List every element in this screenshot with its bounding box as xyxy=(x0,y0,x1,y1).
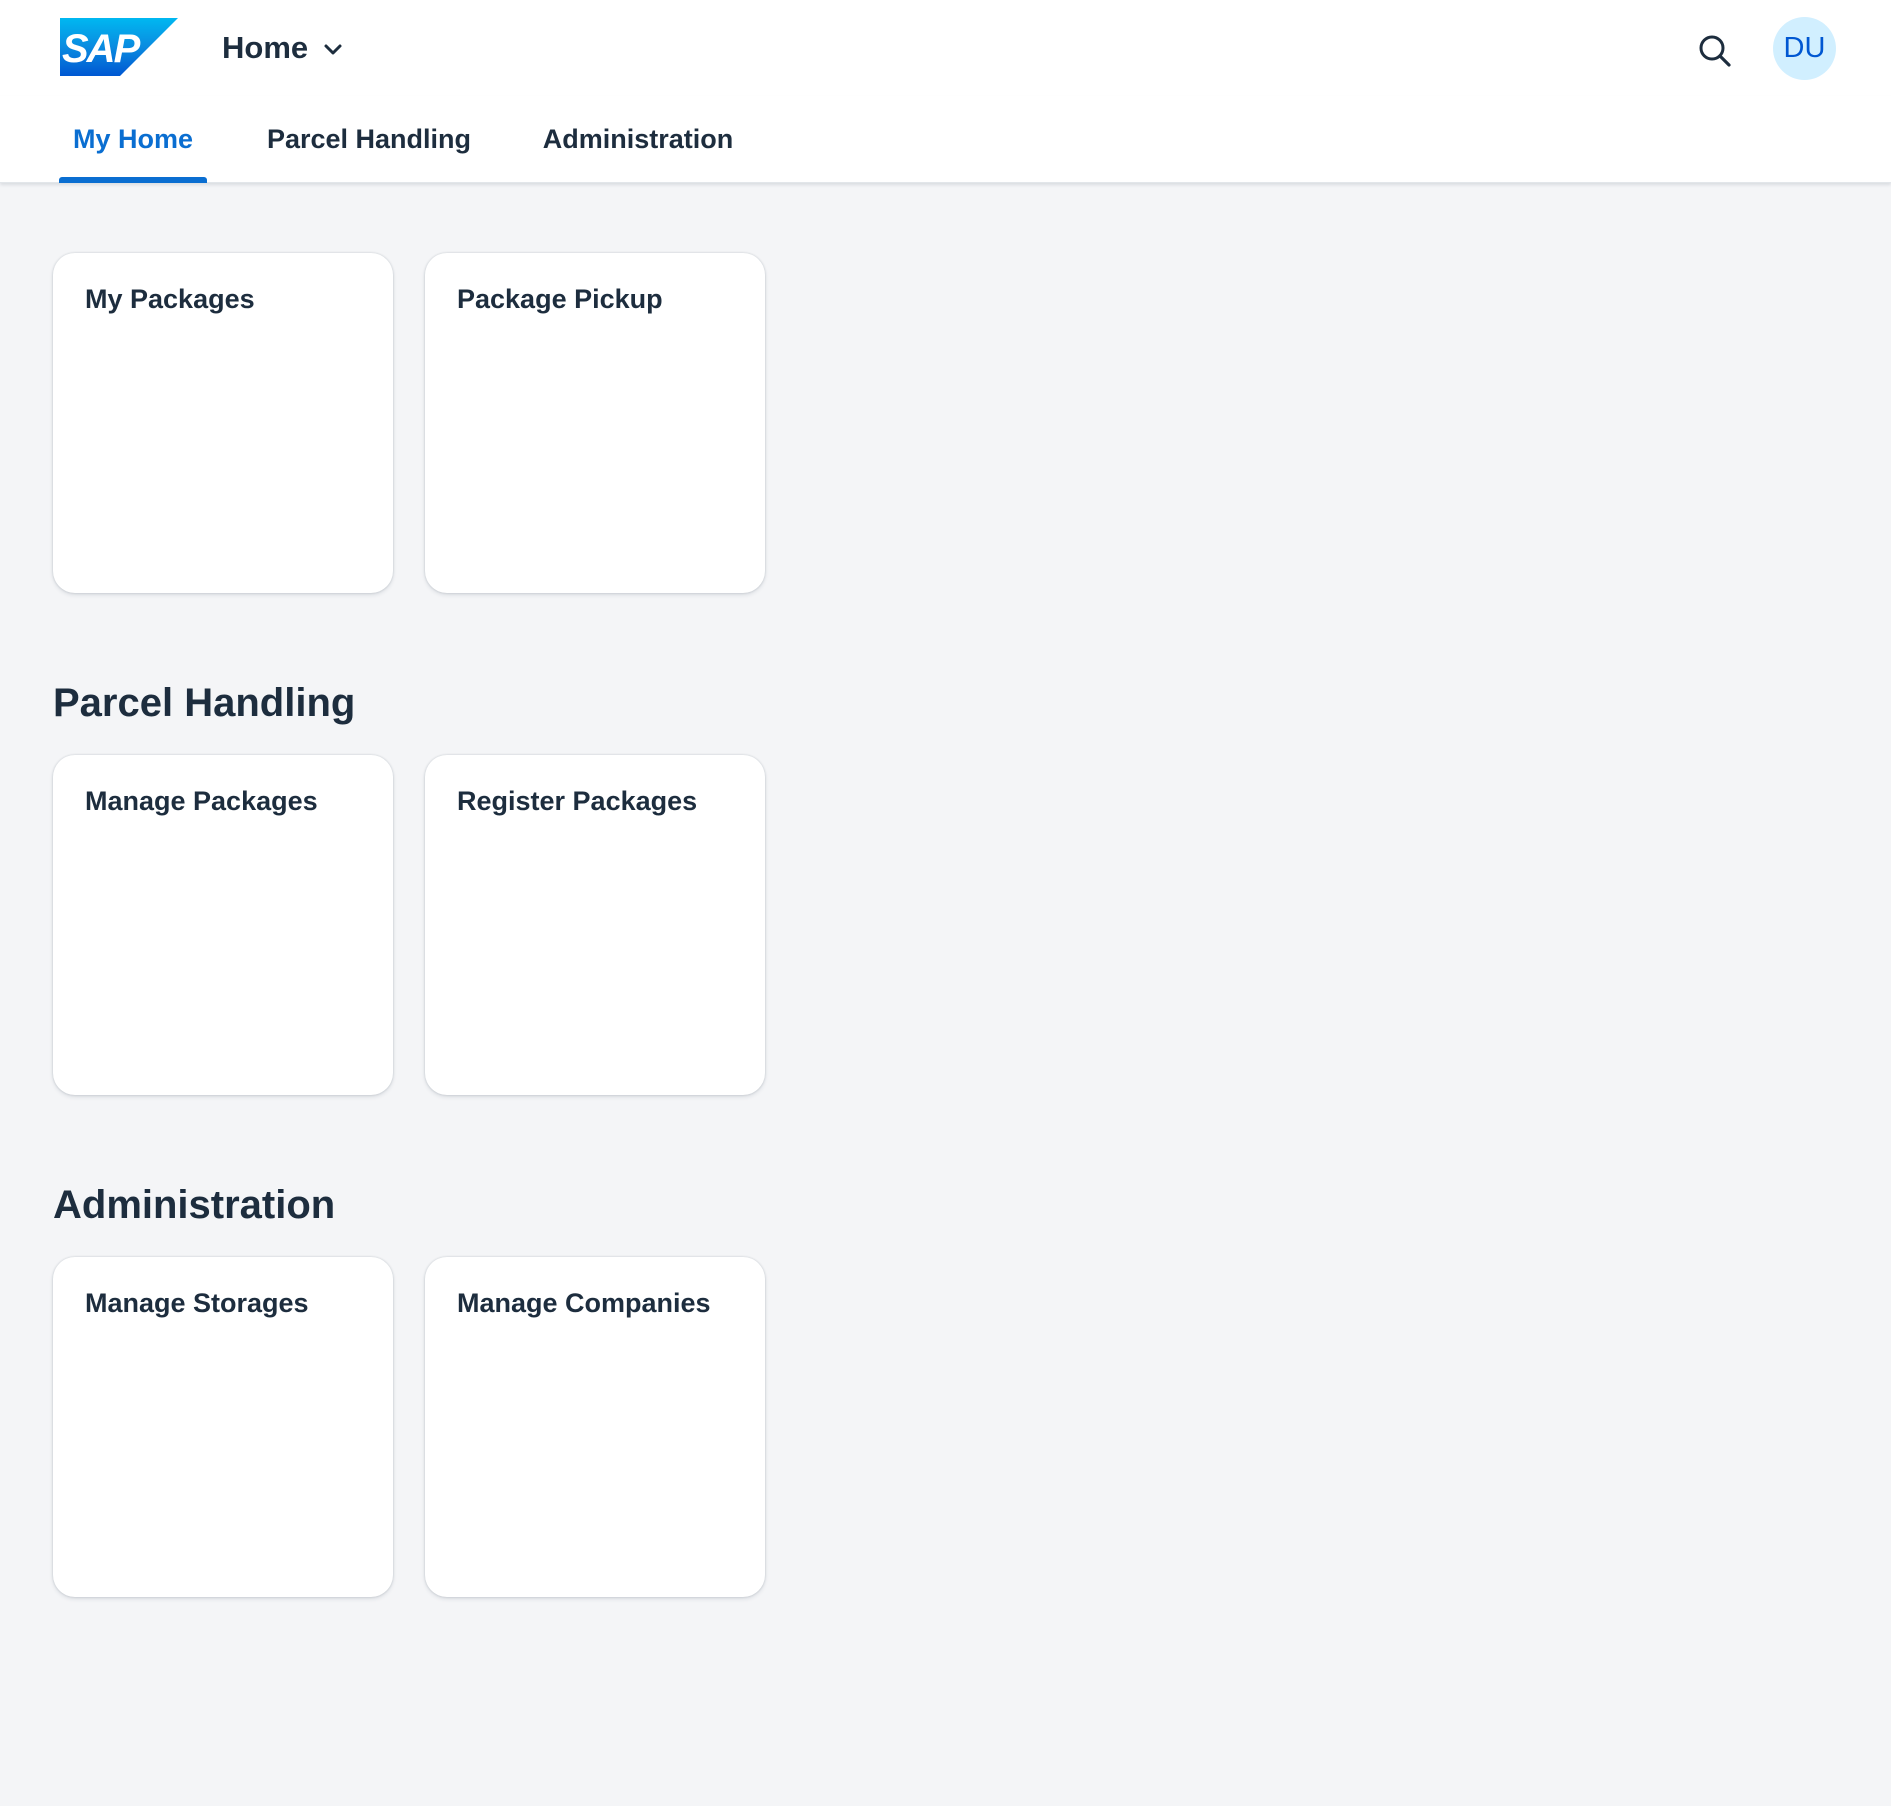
space-tab-bar: My Home Parcel Handling Administration xyxy=(0,96,1891,183)
search-button[interactable] xyxy=(1690,26,1740,76)
chevron-down-icon xyxy=(324,44,342,55)
tile-manage-companies[interactable]: Manage Companies xyxy=(425,1257,765,1597)
tab-label: Administration xyxy=(542,124,734,154)
search-icon xyxy=(1699,35,1731,67)
tile-register-packages[interactable]: Register Packages xyxy=(425,755,765,1095)
tile-title: Manage Storages xyxy=(85,1288,309,1318)
active-tab-indicator xyxy=(59,177,207,183)
tab-administration[interactable]: Administration xyxy=(530,96,746,183)
app-title-menu[interactable]: Home xyxy=(222,20,344,76)
sap-logo[interactable]: SAP xyxy=(60,18,178,76)
tile-title: Register Packages xyxy=(457,786,698,816)
tile-title: My Packages xyxy=(85,284,255,314)
tab-label: Parcel Handling xyxy=(266,124,472,154)
shell-bar: SAP Home DU xyxy=(0,0,1891,96)
tab-label: My Home xyxy=(72,124,194,154)
app-title: Home xyxy=(222,30,309,65)
section-title-parcel-handling: Parcel Handling xyxy=(53,681,356,725)
tab-my-home[interactable]: My Home xyxy=(59,96,207,183)
tile-manage-storages[interactable]: Manage Storages xyxy=(53,1257,393,1597)
svg-text:SAP: SAP xyxy=(62,27,141,71)
tile-title: Manage Packages xyxy=(85,786,318,816)
section-title-administration: Administration xyxy=(53,1183,336,1227)
tile-title: Package Pickup xyxy=(457,284,663,314)
tile-package-pickup[interactable]: Package Pickup xyxy=(425,253,765,593)
tile-manage-packages[interactable]: Manage Packages xyxy=(53,755,393,1095)
tab-parcel-handling[interactable]: Parcel Handling xyxy=(258,96,480,183)
tile-title: Manage Companies xyxy=(457,1288,711,1318)
tile-my-packages[interactable]: My Packages xyxy=(53,253,393,593)
user-avatar[interactable]: DU xyxy=(1773,17,1836,80)
